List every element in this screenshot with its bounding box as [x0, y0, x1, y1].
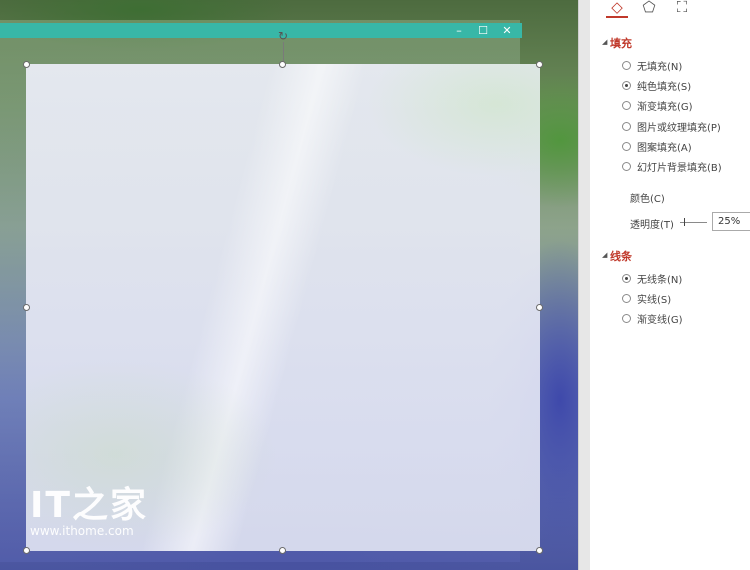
resize-handle-bottom[interactable]: [279, 547, 286, 554]
fill-bucket-icon[interactable]: ◇: [606, 0, 628, 16]
radio-button[interactable]: [622, 141, 631, 151]
format-shape-panel: ◇ ⬠ ⛶ ◢ 填充 无填充(N) 纯色填充(S) 渐变填充(G) 图片或纹理填…: [590, 0, 750, 570]
watermark-url: www.ithome.com: [30, 524, 134, 538]
line-section-title[interactable]: 线条: [610, 248, 632, 264]
active-tab-indicator: [606, 16, 628, 18]
radio-button[interactable]: [622, 121, 631, 131]
slide-canvas: – ☐ ✕ ↻ IT之家 www.ithome.com: [0, 0, 580, 570]
fill-option-gradient[interactable]: 渐变填充(G): [622, 98, 693, 113]
fill-option-pattern[interactable]: 图案填充(A): [622, 139, 692, 154]
resize-handle-left[interactable]: [23, 304, 30, 311]
line-option-label: 渐变线(G): [637, 314, 683, 326]
line-option-gradient[interactable]: 渐变线(G): [622, 311, 683, 326]
transparency-slider-thumb[interactable]: [684, 218, 685, 226]
size-layout-icon[interactable]: ⛶: [671, 0, 693, 16]
resize-handle-right[interactable]: [536, 304, 543, 311]
resize-handle-top[interactable]: [279, 61, 286, 68]
fill-section-title[interactable]: 填充: [610, 35, 632, 51]
radio-button[interactable]: [622, 293, 631, 303]
rotate-handle-icon[interactable]: ↻: [277, 30, 289, 42]
close-icon[interactable]: ✕: [496, 23, 518, 38]
line-option-label: 无线条(N): [637, 274, 683, 286]
fill-option-label: 纯色填充(S): [637, 81, 692, 93]
line-option-label: 实线(S): [637, 294, 672, 306]
fill-option-picture-texture[interactable]: 图片或纹理填充(P): [622, 119, 721, 134]
line-option-none[interactable]: 无线条(N): [622, 271, 683, 286]
radio-button[interactable]: [622, 100, 631, 110]
resize-handle-top-right[interactable]: [536, 61, 543, 68]
watermark-logo: IT之家: [30, 485, 148, 526]
fill-option-label: 图案填充(A): [637, 142, 692, 154]
fill-option-label: 渐变填充(G): [637, 101, 693, 113]
minimize-icon[interactable]: –: [448, 23, 470, 38]
radio-button[interactable]: [622, 60, 631, 70]
overlay-tint: [26, 64, 540, 551]
fill-option-solid[interactable]: 纯色填充(S): [622, 78, 692, 93]
color-label: 颜色(C): [630, 194, 665, 205]
transparency-label: 透明度(T): [630, 220, 674, 231]
radio-button[interactable]: [622, 161, 631, 171]
fill-option-slide-background[interactable]: 幻灯片背景填充(B): [622, 159, 722, 174]
transparency-input[interactable]: 25%: [712, 212, 750, 231]
ithome-watermark: IT之家 www.ithome.com: [30, 485, 148, 539]
fill-option-none[interactable]: 无填充(N): [622, 58, 683, 73]
fill-option-label: 图片或纹理填充(P): [637, 122, 721, 134]
collapse-triangle-icon[interactable]: ◢: [602, 38, 607, 46]
resize-handle-bottom-right[interactable]: [536, 547, 543, 554]
maximize-icon[interactable]: ☐: [472, 23, 494, 38]
radio-button[interactable]: [622, 313, 631, 323]
slide-window-titlebar: [0, 23, 522, 38]
translucent-rectangle-shape[interactable]: [26, 64, 540, 551]
radio-button-checked[interactable]: [622, 80, 631, 90]
fill-option-label: 幻灯片背景填充(B): [637, 162, 722, 174]
pentagon-effects-icon[interactable]: ⬠: [638, 0, 660, 16]
radio-button-checked[interactable]: [622, 273, 631, 283]
fill-option-label: 无填充(N): [637, 61, 683, 73]
rotate-connector: [283, 42, 284, 62]
collapse-triangle-icon[interactable]: ◢: [602, 251, 607, 259]
resize-handle-bottom-left[interactable]: [23, 547, 30, 554]
resize-handle-top-left[interactable]: [23, 61, 30, 68]
line-option-solid[interactable]: 实线(S): [622, 291, 672, 306]
